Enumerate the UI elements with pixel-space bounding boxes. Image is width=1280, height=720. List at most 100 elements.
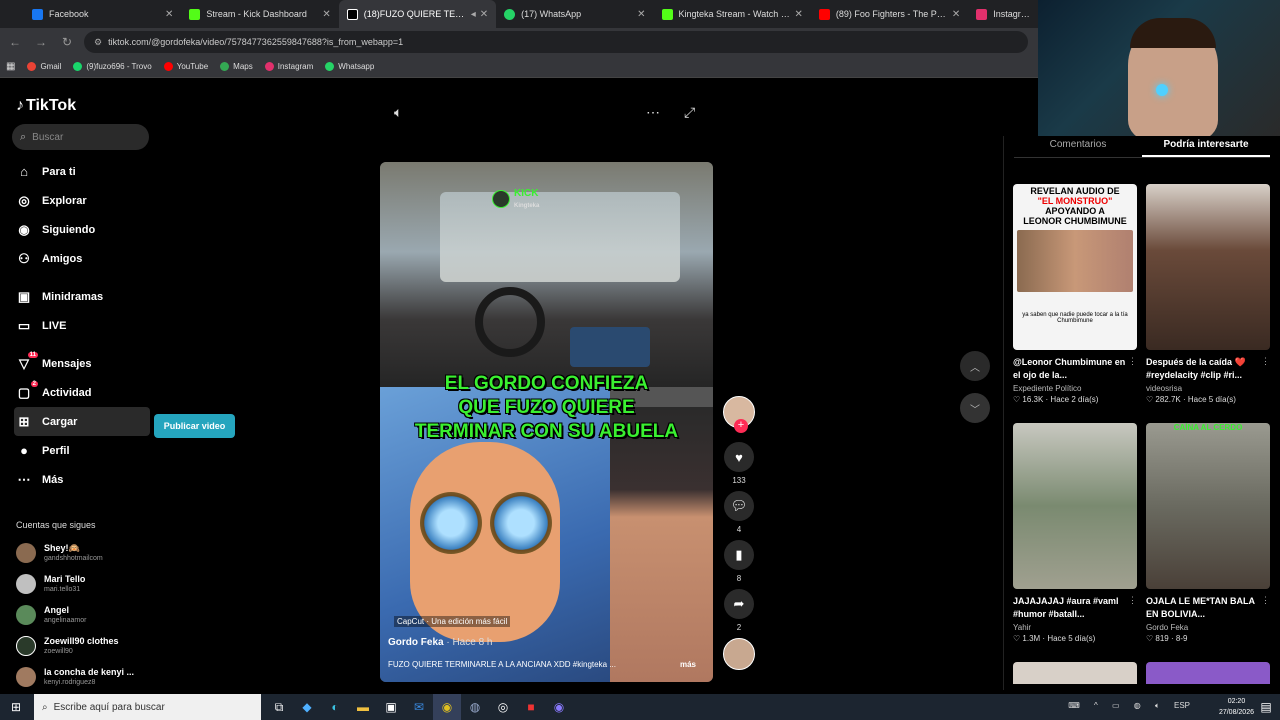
following-account[interactable]: la concha de kenyi ... kenyi.rodriguez8 bbox=[16, 667, 134, 687]
apps-icon[interactable]: ▦ bbox=[6, 61, 15, 72]
bookmark-whatsapp[interactable]: Whatsapp bbox=[325, 62, 374, 71]
previous-video-button[interactable]: ︿ bbox=[960, 351, 990, 381]
following-account[interactable]: Zoewill90 clothes zoewill90 bbox=[16, 636, 119, 656]
copilot-icon[interactable]: ◆ bbox=[293, 694, 321, 720]
author-avatar[interactable]: + bbox=[723, 396, 755, 433]
activity-icon: ▢ 2 bbox=[17, 380, 38, 400]
speaker-icon: ◂ bbox=[470, 8, 476, 20]
edge-icon[interactable]: ◐ bbox=[321, 694, 349, 720]
recommended-video-card[interactable]: CAÍNA AL CERDO ⋮ OJALA LE ME*TAN BALA EN… bbox=[1146, 423, 1270, 643]
browser-tab-active[interactable]: (18)FUZO QUIERE TERMINA◂✕ bbox=[338, 0, 497, 28]
app-blue-icon[interactable]: ◉ bbox=[545, 694, 573, 720]
system-tray[interactable]: ⌨ ^ ▭ ◍ 🔈︎ ESP bbox=[1068, 701, 1190, 711]
store-icon[interactable]: ▣ bbox=[377, 694, 405, 720]
site-info-icon[interactable]: ⚙ bbox=[94, 37, 102, 48]
tab-podria-interesarte[interactable]: Podría interesarte bbox=[1142, 136, 1270, 157]
browser-tab[interactable]: Kingteka Stream - Watch Live o✕ bbox=[654, 0, 811, 28]
following-account[interactable]: Shey!🙉 gandshhotmailcom bbox=[16, 543, 103, 563]
close-tab-icon[interactable]: ✕ bbox=[794, 9, 802, 20]
video-thumbnail[interactable] bbox=[1146, 662, 1270, 684]
browser-tab[interactable]: Stream - Kick Dashboard ✕ bbox=[181, 0, 338, 28]
capcut-label[interactable]: CapCut · Una edición más fácil bbox=[394, 616, 511, 627]
follow-plus-icon[interactable]: + bbox=[734, 419, 748, 433]
comment-count: 4 bbox=[736, 525, 742, 534]
nav-para-ti[interactable]: ⌂ Para ti bbox=[14, 157, 150, 186]
address-bar[interactable]: ⚙ tiktok.com/@gordofeka/video/75784773625… bbox=[84, 31, 1028, 53]
close-tab-icon[interactable]: ✕ bbox=[637, 9, 645, 20]
nav-actividad[interactable]: ▢ 2 Actividad bbox=[14, 378, 150, 407]
avatar bbox=[16, 667, 36, 687]
reload-icon[interactable]: ↻ bbox=[56, 35, 78, 49]
card-more-icon[interactable]: ⋮ bbox=[1261, 356, 1270, 367]
file-explorer-icon[interactable]: ▬ bbox=[349, 694, 377, 720]
recommended-video-card[interactable]: ⋮ JAJAJAJAJ #aura #vaml #humor #batall..… bbox=[1013, 423, 1137, 643]
nav-amigos[interactable]: ⚇ Amigos bbox=[14, 244, 150, 273]
bookmark-maps[interactable]: Maps bbox=[220, 62, 253, 71]
kick-watermark: KICK Kingteka bbox=[492, 188, 539, 210]
forward-icon[interactable]: → bbox=[30, 35, 52, 49]
nav-minidramas[interactable]: ▣ Minidramas bbox=[14, 282, 150, 311]
browser-tab[interactable]: Instagram bbox=[968, 0, 1038, 28]
card-more-icon[interactable]: ⋮ bbox=[1128, 595, 1137, 606]
fullscreen-icon[interactable]: ⤢ bbox=[684, 104, 695, 121]
nav-mensajes[interactable]: ▽ 11 Mensajes bbox=[14, 349, 150, 378]
music-avatar[interactable] bbox=[723, 638, 755, 670]
bookmark-youtube[interactable]: YouTube bbox=[163, 62, 208, 71]
browser-tab[interactable]: (89) Foo Fighters - The Pretend✕ bbox=[811, 0, 968, 28]
recommended-video-card[interactable]: ⋮ Después de la caída ❤️ #reydelacity #c… bbox=[1146, 184, 1270, 404]
close-tab-icon[interactable]: ✕ bbox=[480, 9, 488, 20]
video-author[interactable]: Gordo Feka · Hace 8 h bbox=[388, 637, 493, 648]
system-clock[interactable]: 02:20 27/08/2026 bbox=[1219, 696, 1254, 718]
maps-icon bbox=[220, 62, 230, 71]
close-tab-icon[interactable]: ✕ bbox=[952, 9, 960, 20]
card-more-icon[interactable]: ⋮ bbox=[1128, 356, 1137, 367]
bookmark-instagram[interactable]: Instagram bbox=[264, 62, 313, 71]
profile-icon: ● bbox=[20, 443, 28, 458]
nav-cargar[interactable]: ⊞ Cargar bbox=[14, 407, 150, 436]
steam-icon[interactable]: ◍ bbox=[461, 694, 489, 720]
next-video-button[interactable]: ﹀ bbox=[960, 393, 990, 423]
close-tab-icon[interactable]: ✕ bbox=[322, 9, 330, 20]
task-view-icon[interactable]: ⧉ bbox=[265, 694, 293, 720]
microphone-icon bbox=[1156, 84, 1168, 96]
chrome-icon[interactable]: ◉ bbox=[433, 694, 461, 720]
comment-button[interactable]: 💬︎ bbox=[724, 491, 754, 521]
tab-comentarios[interactable]: Comentarios bbox=[1014, 136, 1142, 157]
recommended-video-card[interactable]: REVELAN AUDIO DE "EL MONSTRUO" APOYANDO … bbox=[1013, 184, 1137, 404]
share-button[interactable]: ➦ bbox=[724, 589, 754, 619]
like-button[interactable]: ♥ bbox=[724, 442, 754, 472]
following-account[interactable]: Angel angelinaamor bbox=[16, 605, 86, 625]
more-link[interactable]: más bbox=[680, 660, 696, 669]
bookmark-gmail[interactable]: Gmail bbox=[27, 62, 61, 71]
taskbar-search-input[interactable]: ⌕ Escribe aquí para buscar bbox=[34, 694, 261, 720]
browser-tab[interactable]: (17) WhatsApp ✕ bbox=[496, 0, 653, 28]
nav-explorar[interactable]: ◎ Explorar bbox=[14, 186, 150, 215]
video-thumbnail[interactable] bbox=[1013, 662, 1137, 684]
card-more-icon[interactable]: ⋮ bbox=[1261, 595, 1270, 606]
nav-mas[interactable]: ⋯ Más bbox=[14, 465, 150, 494]
obs-icon[interactable]: ◎ bbox=[489, 694, 517, 720]
youtube-icon bbox=[163, 62, 173, 71]
youtube-icon bbox=[818, 8, 830, 20]
search-input[interactable]: ⌕ Buscar bbox=[12, 124, 149, 150]
app-red-icon[interactable]: ■ bbox=[517, 694, 545, 720]
nav-live[interactable]: ▭ LIVE bbox=[14, 311, 150, 340]
following-account[interactable]: Mari Tello mari.tello31 bbox=[16, 574, 85, 594]
save-button[interactable]: ▮ bbox=[724, 540, 754, 570]
search-icon: ⌕ bbox=[20, 130, 27, 143]
windows-start-icon[interactable]: ⊞ bbox=[2, 694, 30, 720]
tiktok-logo[interactable]: ♪ TikTok bbox=[16, 97, 76, 115]
more-options-icon[interactable]: ⋯ bbox=[646, 104, 661, 121]
nav-perfil[interactable]: ● Perfil bbox=[14, 436, 150, 465]
back-icon[interactable]: ← bbox=[4, 35, 26, 49]
video-player[interactable]: KICK Kingteka EL GORDO CONFIEZA QUE FUZO … bbox=[380, 162, 713, 682]
browser-tab[interactable]: Facebook ✕ bbox=[24, 0, 181, 28]
steering-wheel bbox=[475, 287, 545, 357]
notifications-icon[interactable]: ▤ bbox=[1252, 694, 1280, 720]
close-tab-icon[interactable]: ✕ bbox=[165, 9, 173, 20]
bookmark-trovo[interactable]: (9)fuzo696 - Trovo bbox=[73, 62, 152, 71]
mail-icon[interactable]: ✉ bbox=[405, 694, 433, 720]
volume-icon[interactable]: 🔈︎ bbox=[394, 104, 402, 121]
publish-video-button[interactable]: Publicar video bbox=[154, 414, 235, 438]
nav-siguiendo[interactable]: ◉ Siguiendo bbox=[14, 215, 150, 244]
